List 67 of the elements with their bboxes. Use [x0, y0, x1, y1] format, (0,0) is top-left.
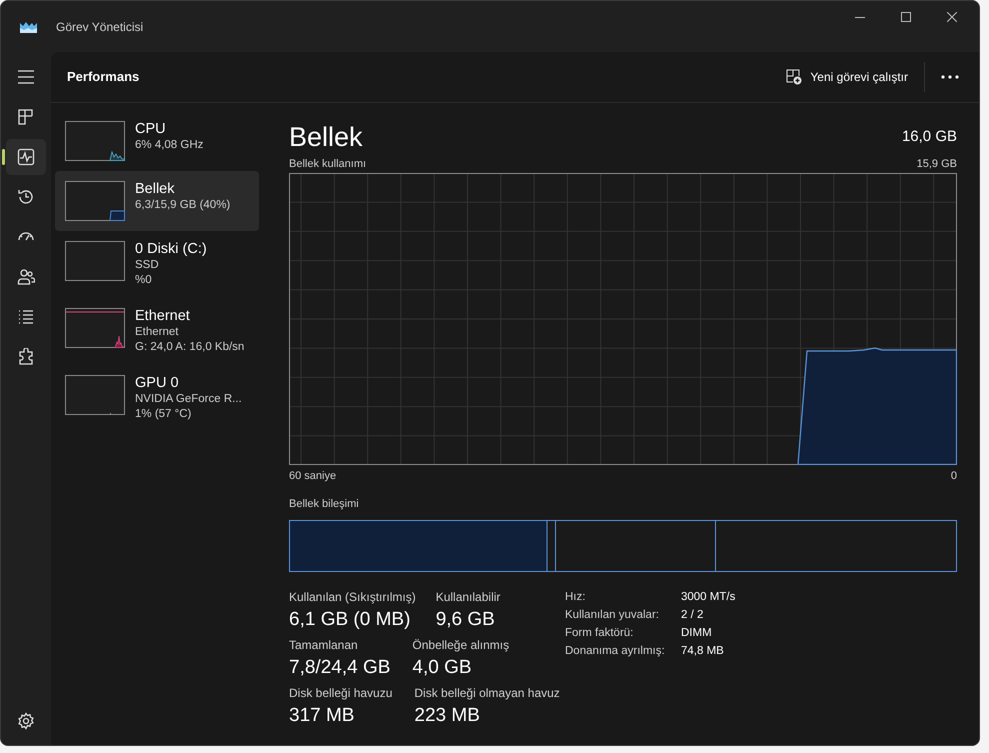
property-value: 74,8 MB: [681, 644, 724, 659]
run-new-task-button[interactable]: Yeni görevi çalıştır: [778, 62, 916, 92]
memory-total: 16,0 GB: [902, 126, 957, 147]
composition-label: Bellek bileşimi: [289, 498, 359, 510]
selection-indicator: [2, 149, 5, 165]
app-icon: [20, 20, 37, 32]
graph-label: Bellek kullanımı: [289, 157, 366, 171]
stat-value: 7,8/24,4 GB: [289, 656, 390, 680]
time-axis-label: 60 saniye: [289, 469, 336, 483]
users-icon: [17, 268, 35, 286]
stat-label: Kullanılabilir: [436, 590, 500, 605]
time-axis-label: 0: [950, 469, 957, 483]
device-name: Bellek: [135, 181, 176, 198]
property-value: DIMM: [681, 626, 712, 641]
usage-graph-thumbnail: [65, 121, 125, 161]
clock-icon: [17, 188, 35, 206]
page-title: Performans: [67, 68, 140, 86]
list-icon: [17, 308, 35, 326]
device-detail: Ethernet: [135, 325, 180, 340]
usage-graph-thumbnail: [65, 241, 125, 281]
device-detail: %0: [135, 273, 153, 288]
device-name: GPU 0: [135, 375, 180, 392]
usage-graph-thumbnail: [65, 308, 125, 348]
device-list-item[interactable]: Ethernet Ethernet G: 24,0 A: 16,0 Kb/sn: [55, 298, 259, 365]
window-title: Görev Yöneticisi: [56, 18, 144, 36]
stat-value: 223 MB: [414, 704, 481, 728]
device-detail: 1% (57 °C): [135, 407, 192, 422]
stat-label: Önbelleğe alınmış: [412, 638, 510, 653]
device-list-item[interactable]: 0 Diski (C:) SSD %0: [55, 231, 259, 298]
usage-graph-thumbnail: [65, 375, 125, 415]
device-name: CPU: [135, 121, 167, 138]
property-value: 2 / 2: [681, 608, 704, 623]
stat-label: Kullanılan (Sıkıştırılmış): [289, 590, 416, 605]
property-label: Form faktörü:: [565, 626, 634, 641]
settings-icon: [17, 712, 35, 730]
stat-label: Disk belleği havuzu: [289, 686, 392, 701]
device-detail: 6% 4,08 GHz: [135, 138, 204, 153]
close-icon: [947, 12, 957, 22]
property-label: Kullanılan yuvalar:: [565, 608, 660, 623]
device-list-item[interactable]: CPU 6% 4,08 GHz: [55, 111, 259, 171]
maximize-icon: [901, 12, 911, 22]
section-title: Bellek: [289, 121, 363, 153]
device-detail: 6,3/15,9 GB (40%): [135, 198, 230, 213]
property-value: 3000 MT/s: [681, 590, 736, 605]
graph-max-label: 15,9 GB: [916, 157, 957, 171]
device-name: 0 Diski (C:): [135, 241, 207, 258]
property-label: Donanıma ayrılmış:: [565, 644, 666, 659]
puzzle-icon: [17, 348, 35, 366]
stat-value: 317 MB: [289, 704, 356, 728]
stat-label: Disk belleği olmayan havuz: [414, 686, 560, 701]
device-list-item[interactable]: Bellek 6,3/15,9 GB (40%): [55, 171, 259, 231]
stat-label: Tamamlanan: [289, 638, 359, 653]
device-detail: SSD: [135, 258, 160, 273]
stat-value: 9,6 GB: [436, 608, 496, 632]
stat-value: 6,1 GB (0 MB): [289, 608, 412, 632]
grid-icon: [17, 108, 35, 126]
device-detail: NVIDIA GeForce R...: [135, 392, 242, 407]
pulse-icon: [17, 148, 35, 166]
stat-value: 4,0 GB: [412, 656, 473, 680]
new-task-icon: [786, 69, 802, 85]
menu-icon: [17, 68, 35, 86]
device-list-item[interactable]: GPU 0 NVIDIA GeForce R... 1% (57 °C): [55, 365, 259, 432]
device-name: Ethernet: [135, 308, 191, 325]
property-label: Hız:: [565, 590, 586, 605]
usage-graph-thumbnail: [65, 181, 125, 221]
device-detail: G: 24,0 A: 16,0 Kb/sn: [135, 340, 244, 355]
more-icon: [941, 75, 959, 79]
